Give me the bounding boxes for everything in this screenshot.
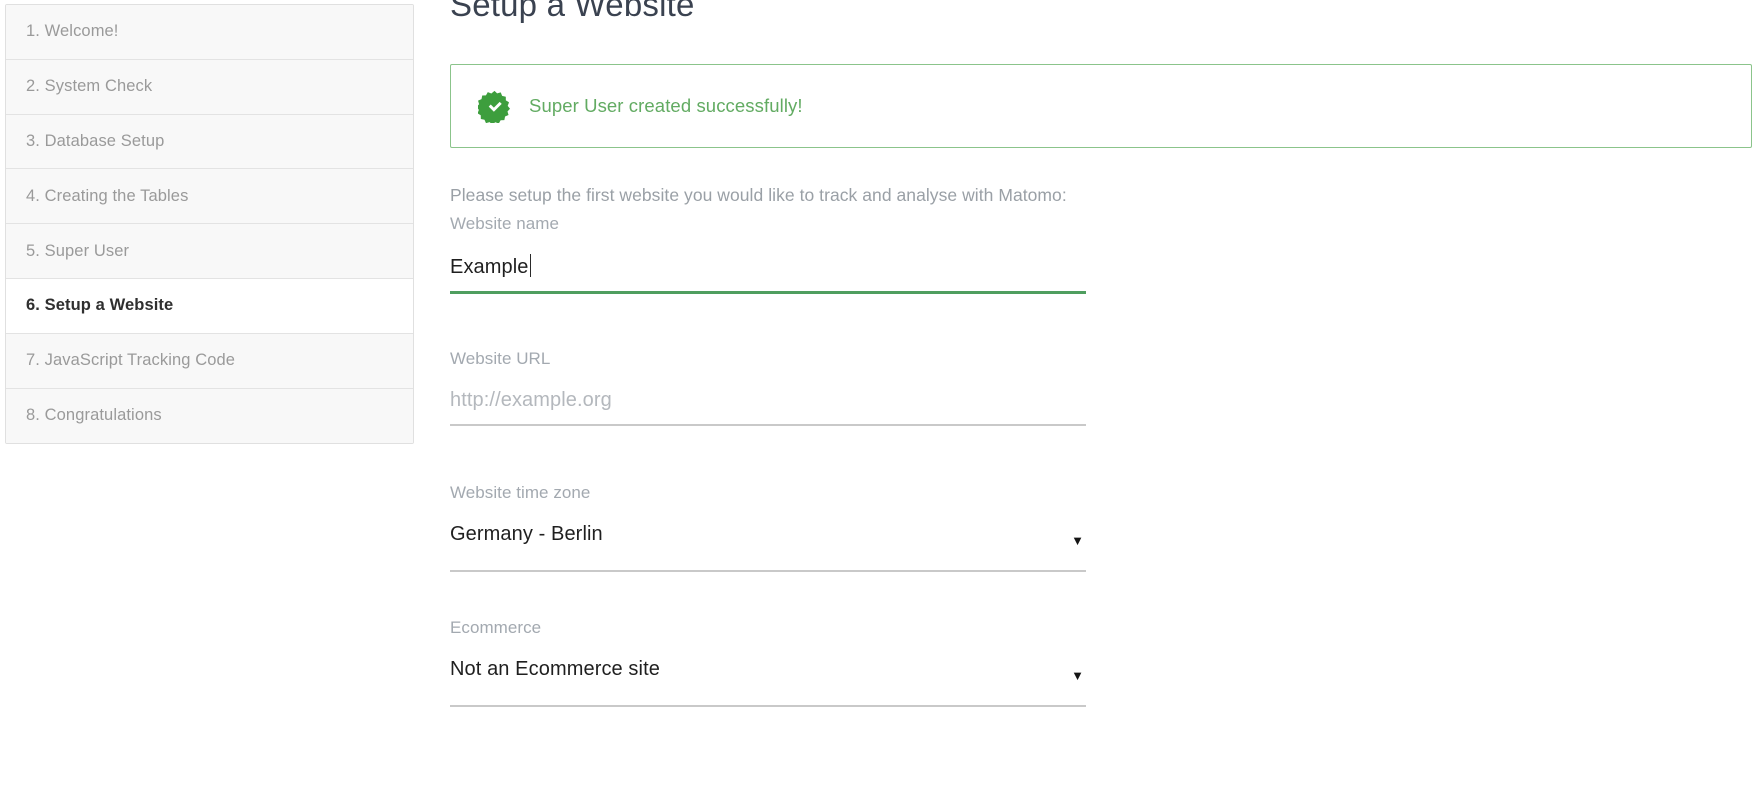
sidebar-item-label: 8. Congratulations	[26, 406, 162, 425]
ecommerce-value: Not an Ecommerce site	[450, 658, 660, 680]
check-badge-icon	[478, 90, 511, 123]
website-url-underline	[450, 424, 1086, 426]
sidebar-item-label: 2. System Check	[26, 77, 153, 96]
sidebar-item-congratulations[interactable]: 8. Congratulations	[6, 388, 413, 444]
installation-step-nav: 1. Welcome! 2. System Check 3. Database …	[5, 4, 414, 445]
ecommerce-underline	[450, 705, 1086, 707]
sidebar-item-label: 5. Super User	[26, 241, 130, 260]
sidebar-item-super-user[interactable]: 5. Super User	[6, 224, 413, 279]
installation-page: 1. Welcome! 2. System Check 3. Database …	[0, 0, 1760, 800]
chevron-down-icon: ▼	[1071, 533, 1084, 548]
sidebar-item-label: 4. Creating the Tables	[26, 186, 189, 205]
chevron-down-icon: ▼	[1071, 668, 1084, 683]
sidebar-item-label: 6. Setup a Website	[26, 296, 174, 315]
sidebar-item-setup-a-website[interactable]: 6. Setup a Website	[6, 278, 413, 334]
sidebar-item-system-check[interactable]: 2. System Check	[6, 59, 413, 115]
sidebar-item-database-setup[interactable]: 3. Database Setup	[6, 114, 413, 170]
website-name-input[interactable]: Example	[450, 254, 1086, 291]
timezone-select[interactable]: Germany - Berlin ▼	[450, 523, 1086, 558]
success-notification: Super User created successfully!	[450, 64, 1752, 148]
field-ecommerce: Ecommerce Not an Ecommerce site ▼	[450, 618, 1086, 707]
website-url-placeholder: http://example.org	[450, 389, 612, 411]
field-website-url: Website URL http://example.org	[450, 349, 1086, 426]
field-website-name: Website name Example	[450, 214, 1086, 294]
sidebar-item-label: 3. Database Setup	[26, 131, 165, 150]
website-name-underline	[450, 291, 1086, 294]
timezone-value: Germany - Berlin	[450, 523, 603, 545]
success-message: Super User created successfully!	[529, 95, 803, 116]
sidebar-item-label: 7. JavaScript Tracking Code	[26, 351, 236, 370]
timezone-label: Website time zone	[450, 483, 591, 502]
website-name-label: Website name	[450, 214, 559, 233]
website-url-label: Website URL	[450, 349, 551, 368]
ecommerce-label: Ecommerce	[450, 618, 542, 637]
intro-text: Please setup the first website you would…	[450, 184, 1067, 205]
ecommerce-select[interactable]: Not an Ecommerce site ▼	[450, 658, 1086, 693]
page-title: Setup a Website	[450, 0, 695, 23]
timezone-underline	[450, 570, 1086, 572]
sidebar-item-label: 1. Welcome!	[26, 22, 119, 41]
website-name-value: Example	[450, 256, 529, 278]
text-caret	[529, 254, 532, 277]
website-url-input[interactable]: http://example.org	[450, 389, 1086, 424]
sidebar-item-creating-the-tables[interactable]: 4. Creating the Tables	[6, 169, 413, 225]
field-website-timezone: Website time zone Germany - Berlin ▼	[450, 483, 1086, 572]
sidebar-item-javascript-tracking-code[interactable]: 7. JavaScript Tracking Code	[6, 333, 413, 389]
sidebar-item-welcome[interactable]: 1. Welcome!	[6, 5, 413, 60]
main-content: Setup a Website Super User created succe…	[450, 0, 1755, 800]
